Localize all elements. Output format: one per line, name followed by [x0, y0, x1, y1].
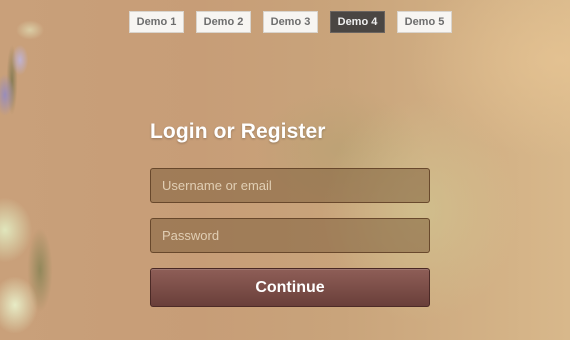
username-input[interactable] [150, 168, 430, 203]
demo-5-button[interactable]: Demo 5 [397, 11, 452, 33]
continue-button[interactable]: Continue [150, 268, 430, 307]
demo-3-button[interactable]: Demo 3 [263, 11, 318, 33]
demo-nav: Demo 1 Demo 2 Demo 3 Demo 4 Demo 5 [129, 11, 452, 33]
flower-decoration-bottom [0, 180, 65, 340]
demo-1-button[interactable]: Demo 1 [129, 11, 184, 33]
flower-decoration-top [0, 0, 60, 140]
demo-4-button[interactable]: Demo 4 [330, 11, 385, 33]
password-input[interactable] [150, 218, 430, 253]
form-title: Login or Register [150, 120, 326, 143]
demo-2-button[interactable]: Demo 2 [196, 11, 251, 33]
